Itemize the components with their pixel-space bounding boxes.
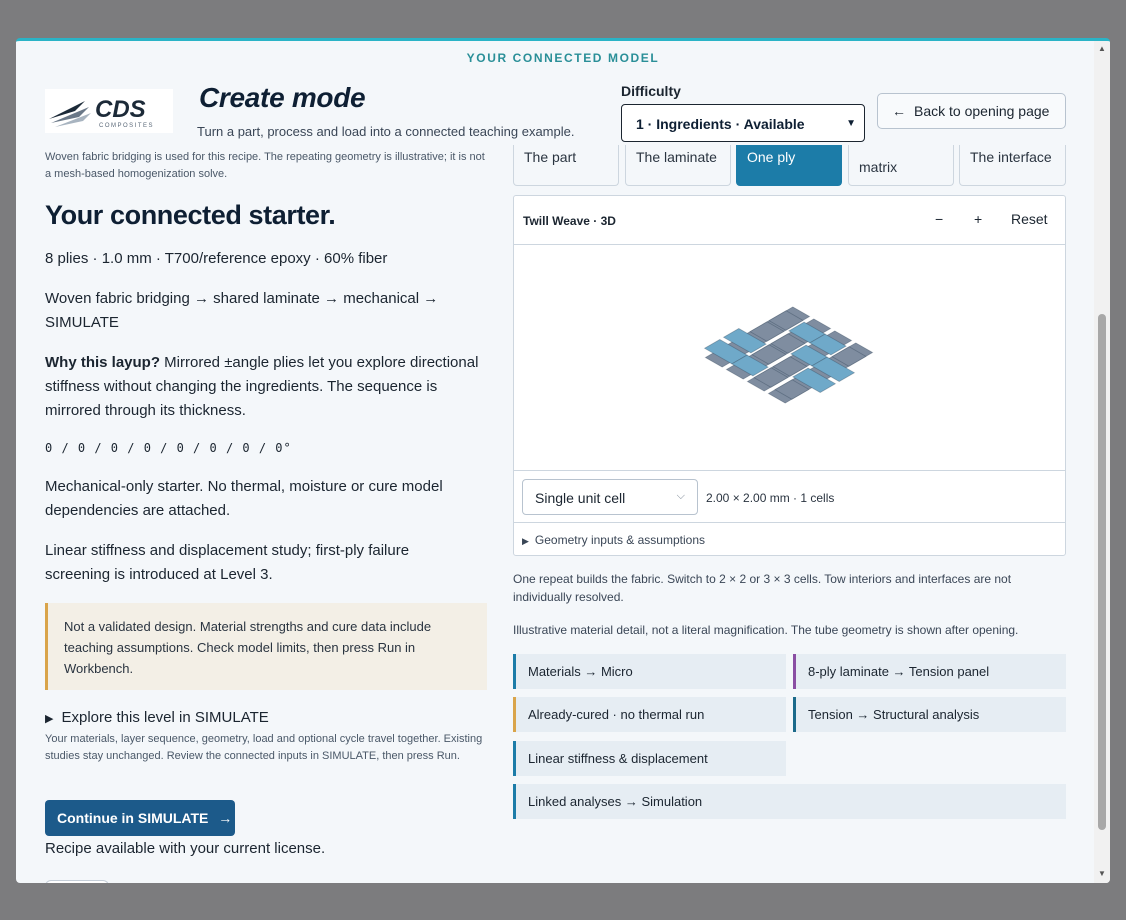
cds-logo: CDS COMPOSITES xyxy=(45,89,173,133)
why-layup-text: Why this layup? Mirrored ±angle plies le… xyxy=(45,351,487,423)
continue-label: Continue in SIMULATE xyxy=(57,810,209,826)
tab-the-part[interactable]: The part xyxy=(513,145,619,186)
weave-viewer: Twill Weave · 3D − + Reset Single unit c… xyxy=(513,195,1066,556)
cell-count-value: Single unit cell xyxy=(535,490,626,506)
difficulty-label: Difficulty xyxy=(621,83,681,99)
tab-the-interface[interactable]: The interface xyxy=(959,145,1066,186)
tab-the-laminate[interactable]: The laminate xyxy=(625,145,731,186)
back-to-opening-button[interactable]: ← Back to opening page xyxy=(877,93,1066,129)
starter-heading: Your connected starter. xyxy=(45,200,336,230)
viewer-title: Twill Weave · 3D xyxy=(523,214,616,228)
arrow-right-icon: → xyxy=(218,810,233,826)
mechanical-note: Mechanical-only starter. No thermal, moi… xyxy=(45,478,443,519)
page-title: Create mode xyxy=(199,82,366,113)
logo-subtext: COMPOSITES xyxy=(99,123,154,129)
logo-text: CDS xyxy=(95,96,146,123)
illustrative-note: Illustrative material detail, not a lite… xyxy=(513,623,1019,637)
license-note: Recipe available with your current licen… xyxy=(45,840,326,857)
connected-model-modal: YOUR CONNECTED MODEL CDS COMPOSITES Crea… xyxy=(16,38,1110,883)
workflow-chain: Woven fabric bridging → shared laminate … xyxy=(45,290,439,331)
chevron-down-icon: ⌵ xyxy=(676,490,685,502)
triangle-right-icon: ▶ xyxy=(45,713,54,725)
collapsed-control[interactable] xyxy=(45,880,109,883)
difficulty-value: 1 · Ingredients · Available xyxy=(636,116,805,132)
geometry-inputs-toggle[interactable]: ▶ Geometry inputs & assumptions xyxy=(522,533,705,547)
explore-simulate-toggle[interactable]: ▶ Explore this level in SIMULATE xyxy=(45,709,269,726)
explore-label: Explore this level in SIMULATE xyxy=(61,709,269,726)
repeat-note: One repeat builds the fabric. Switch to … xyxy=(513,572,1012,604)
chip-linked-analyses: Linked analyses → Simulation xyxy=(513,784,1066,819)
continue-simulate-button[interactable]: Continue in SIMULATE → xyxy=(45,800,235,836)
viewer-footer: Single unit cell ⌵ 2.00 × 2.00 mm · 1 ce… xyxy=(514,470,1065,523)
difficulty-select[interactable]: 1 · Ingredients · Available ▼ xyxy=(621,104,865,142)
intro-note: Woven fabric bridging is used for this r… xyxy=(45,151,485,180)
scroll-up-arrow-icon[interactable]: ▲ xyxy=(1098,44,1106,53)
page-subtitle: Turn a part, process and load into a con… xyxy=(197,124,575,139)
arrow-left-icon: ← xyxy=(892,103,906,119)
chip-linear-stiffness: Linear stiffness & displacement xyxy=(513,741,786,776)
viewer-header: Twill Weave · 3D − + Reset xyxy=(514,196,1065,245)
tab-matrix[interactable]: matrix xyxy=(848,145,954,186)
eyebrow-label: YOUR CONNECTED MODEL xyxy=(466,51,660,65)
chip-already-cured: Already-cured · no thermal run xyxy=(513,697,786,732)
cell-count-select[interactable]: Single unit cell ⌵ xyxy=(522,479,698,515)
chip-laminate-tension: 8-ply laminate → Tension panel xyxy=(793,654,1066,689)
layup-summary: 8 plies · 1.0 mm · T700/reference epoxy … xyxy=(45,250,388,267)
weave-3d-canvas[interactable] xyxy=(514,245,1065,470)
scroll-down-arrow-icon[interactable]: ▼ xyxy=(1098,869,1106,878)
back-button-label: Back to opening page xyxy=(914,103,1050,119)
study-note: Linear stiffness and displacement study;… xyxy=(45,542,410,583)
tab-one-ply[interactable]: One ply xyxy=(736,145,842,186)
chip-materials-micro: Materials → Micro xyxy=(513,654,786,689)
explore-note: Your materials, layer sequence, geometry… xyxy=(45,733,483,762)
cell-dimensions: 2.00 × 2.00 mm · 1 cells xyxy=(706,491,835,505)
geometry-inputs-label: Geometry inputs & assumptions xyxy=(534,533,705,547)
twill-weave-model xyxy=(703,306,874,404)
reset-button[interactable]: Reset xyxy=(1011,211,1048,227)
why-layup-label: Why this layup? xyxy=(45,354,161,371)
scrollbar-thumb[interactable] xyxy=(1098,314,1106,830)
validation-warning: Not a validated design. Material strengt… xyxy=(45,603,487,690)
zoom-in-button[interactable]: + xyxy=(974,211,982,227)
triangle-right-icon: ▶ xyxy=(522,536,529,546)
chevron-down-icon: ▼ xyxy=(846,118,856,129)
ply-sequence: 0 / 0 / 0 / 0 / 0 / 0 / 0 / 0° xyxy=(45,441,292,455)
zoom-out-button[interactable]: − xyxy=(935,211,943,227)
chip-tension-structural: Tension → Structural analysis xyxy=(793,697,1066,732)
